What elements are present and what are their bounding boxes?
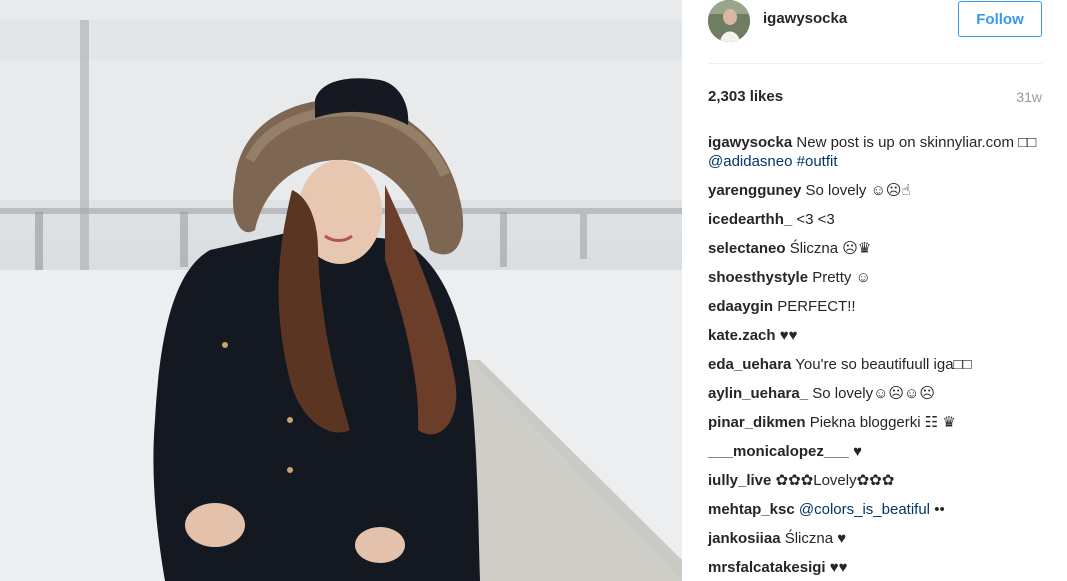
comment-item: ___monicalopez___ ♥ (708, 442, 1048, 461)
comment-username[interactable]: eda_uehara (708, 356, 791, 373)
comment-username[interactable]: shoesthystyle (708, 269, 808, 286)
comment-item: icedearthh_ <3 <3 (708, 210, 1048, 229)
comment-text: ♥ (853, 443, 862, 460)
comment-text: •• (934, 501, 945, 518)
comment-text: <3 <3 (796, 211, 835, 228)
comment-username[interactable]: selectaneo (708, 240, 786, 257)
comment-username[interactable]: mehtap_ksc (708, 501, 795, 518)
comment-text: So lovely☺☹☺☹ (812, 385, 936, 402)
caption-text: New post is up on skinnyliar.com □□ (796, 134, 1037, 151)
comment-mention[interactable]: @colors_is_beatiful (799, 501, 930, 518)
comment-item: mrsfalcatakesigi ♥♥ (708, 558, 1048, 577)
comment-username[interactable]: mrsfalcatakesigi (708, 559, 826, 576)
post-age[interactable]: 31w (1016, 89, 1042, 105)
comment-username[interactable]: pinar_dikmen (708, 414, 806, 431)
likes-count[interactable]: 2,303 likes (708, 88, 783, 105)
comment-username[interactable]: ___monicalopez___ (708, 443, 849, 460)
post-info-panel: igawysocka Follow 2,303 likes 31w igawys… (682, 0, 1067, 581)
caption-username[interactable]: igawysocka (708, 134, 792, 151)
comments-list: igawysocka New post is up on skinnyliar.… (708, 133, 1048, 581)
comment-text: PERFECT!! (777, 298, 856, 315)
comment-item: edaaygin PERFECT!! (708, 297, 1048, 316)
avatar-image (708, 0, 750, 42)
avatar[interactable] (708, 0, 750, 42)
comment-text: ♥♥ (829, 559, 848, 576)
comment-item: selectaneo Śliczna ☹♛ (708, 239, 1048, 258)
comment-text: So lovely ☺☹☝ (805, 182, 911, 199)
comment-item: eda_uehara You're so beautifuull iga□□ (708, 355, 1048, 374)
comment-item: yarengguney So lovely ☺☹☝ (708, 181, 1048, 200)
comment-username[interactable]: yarengguney (708, 182, 801, 199)
comment-item: pinar_dikmen Piekna bloggerki ☷ ♛ (708, 413, 1048, 432)
comment-username[interactable]: edaaygin (708, 298, 773, 315)
comment-username[interactable]: kate.zach (708, 327, 776, 344)
post-photo-illustration (0, 0, 682, 581)
comment-text: Śliczna ☹♛ (789, 240, 872, 257)
post-username[interactable]: igawysocka (763, 10, 847, 27)
post-header: igawysocka Follow (708, 0, 1042, 64)
comment-text: ✿✿✿Lovely✿✿✿ (775, 472, 895, 489)
comment-item: iully_live ✿✿✿Lovely✿✿✿ (708, 471, 1048, 490)
comment-text: Piekna bloggerki ☷ ♛ (809, 414, 956, 431)
comment-username[interactable]: iully_live (708, 472, 771, 489)
comment-username[interactable]: aylin_uehara_ (708, 385, 808, 402)
comment-item: shoesthystyle Pretty ☺ (708, 268, 1048, 287)
comment-text: Śliczna ♥ (784, 530, 847, 547)
comment-item: mehtap_ksc @colors_is_beatiful •• (708, 500, 1048, 519)
comment-text: Pretty ☺ (812, 269, 871, 286)
comment-item: jankosiiaa Śliczna ♥ (708, 529, 1048, 548)
comment-username[interactable]: icedearthh_ (708, 211, 792, 228)
caption: igawysocka New post is up on skinnyliar.… (708, 133, 1048, 171)
caption-mention[interactable]: @adidasneo (708, 153, 792, 170)
comment-username[interactable]: jankosiiaa (708, 530, 781, 547)
post-photo[interactable] (0, 0, 682, 581)
comment-item: kate.zach ♥♥ (708, 326, 1048, 345)
comment-item: aylin_uehara_ So lovely☺☹☺☹ (708, 384, 1048, 403)
comment-text: You're so beautifuull iga□□ (795, 356, 972, 373)
follow-button[interactable]: Follow (958, 1, 1042, 37)
comment-text: ♥♥ (779, 327, 798, 344)
caption-hashtag[interactable]: #outfit (797, 153, 838, 170)
